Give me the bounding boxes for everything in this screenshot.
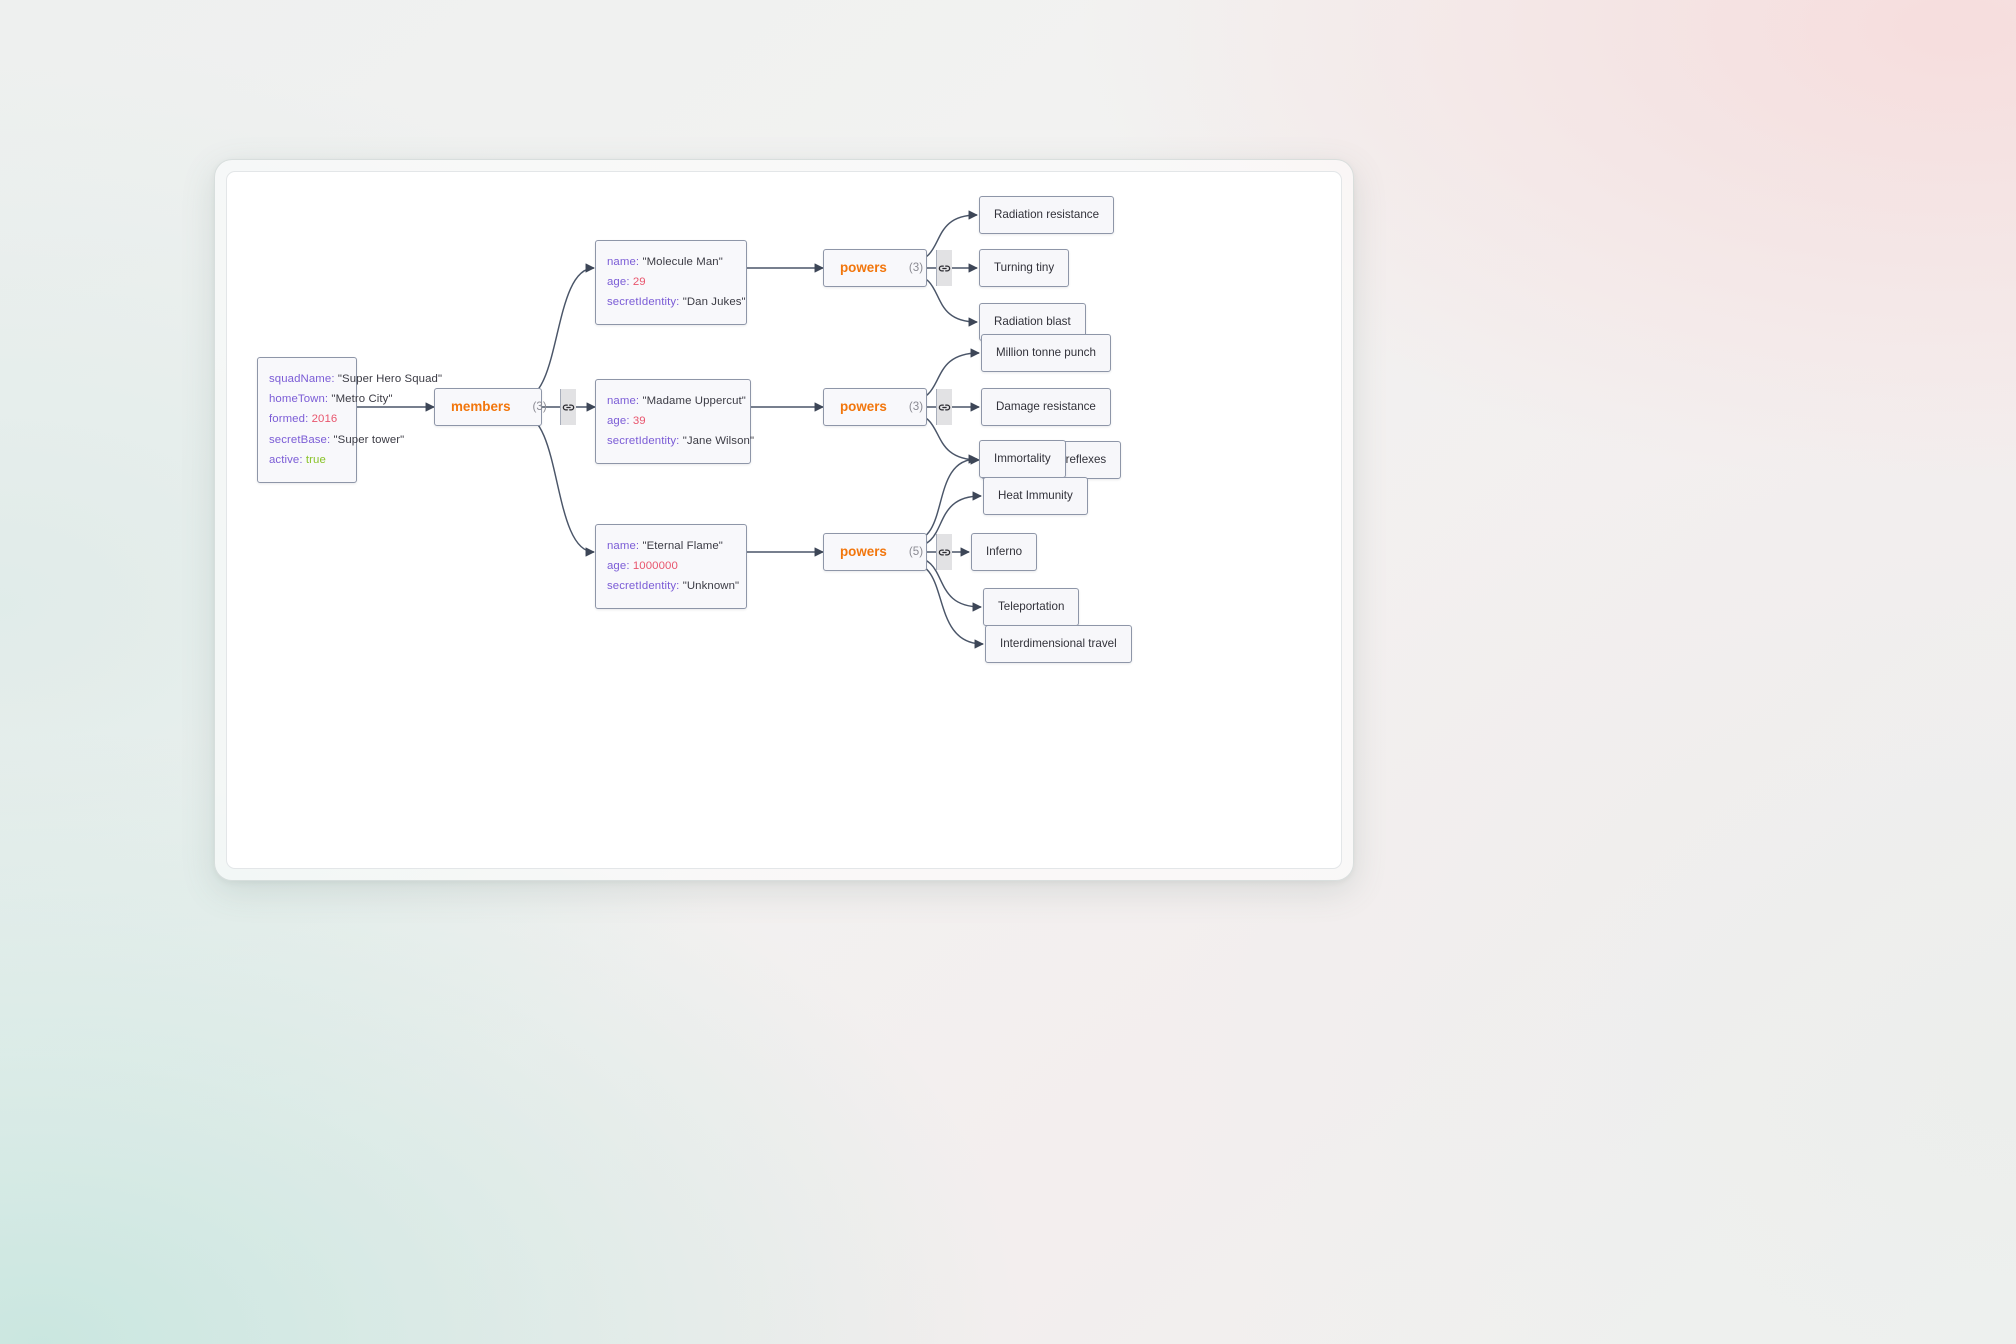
member-1-row-2: secretIdentity: "Jane Wilson" <box>607 435 755 448</box>
member-0-row-2: secretIdentity: "Dan Jukes" <box>607 296 746 309</box>
edge-powers-2-leaf-4 <box>910 562 984 649</box>
root-key-1: homeTown <box>269 392 325 405</box>
powers-group-node-2[interactable]: powers (5) <box>823 533 953 571</box>
root-key-4: active <box>269 454 300 467</box>
root-value-2: 2016 <box>311 413 338 426</box>
edge-members-member-0 <box>521 263 595 400</box>
power-leaf-node[interactable]: Radiation resistance <box>979 196 1115 234</box>
member-node-0[interactable]: name: "Molecule Man" age: 29 secretIdent… <box>595 240 747 326</box>
members-group-label: members <box>451 399 511 415</box>
graph-canvas[interactable]: squadName: "Super Hero Squad" homeTown: … <box>226 171 1342 869</box>
powers-group-1-label: powers <box>840 399 887 415</box>
app-window: squadName: "Super Hero Squad" homeTown: … <box>214 159 1354 881</box>
members-group-count: (3) <box>532 400 547 414</box>
power-leaf-label: Million tonne punch <box>996 346 1096 360</box>
powers-group-node-1[interactable]: powers (3) <box>823 388 953 426</box>
edge-powers-2-leaf-0 <box>910 454 978 542</box>
root-row-2: formed: 2016 <box>269 413 338 426</box>
power-leaf-node[interactable]: Damage resistance <box>981 388 1111 426</box>
powers-group-0-count: (3) <box>908 261 924 275</box>
member-2-key-2: secretIdentity <box>607 580 677 593</box>
root-key-2: formed <box>269 413 306 426</box>
power-leaf-label: Damage resistance <box>996 400 1096 414</box>
member-2-value-0: "Eternal Flame" <box>642 539 723 552</box>
member-node-2[interactable]: name: "Eternal Flame" age: 1000000 secre… <box>595 524 747 610</box>
power-leaf-label: Interdimensional travel <box>1000 637 1117 651</box>
member-0-value-0: "Molecule Man" <box>642 255 723 268</box>
powers-group-2-label: powers <box>840 544 887 560</box>
member-0-value-2: "Dan Jukes" <box>682 296 746 309</box>
power-leaf-label: Radiation resistance <box>994 208 1100 222</box>
member-1-key-1: age <box>607 414 627 427</box>
member-1-value-1: 39 <box>632 414 646 427</box>
power-leaf-label: Heat Immunity <box>998 489 1073 503</box>
power-leaf-node[interactable]: Teleportation <box>983 588 1080 626</box>
power-leaf-node[interactable]: Turning tiny <box>979 249 1070 287</box>
edge-layer <box>355 210 984 649</box>
root-value-1: "Metro City" <box>331 392 393 405</box>
member-0-key-1: age <box>607 275 627 288</box>
member-1-row-0: name: "Madame Uppercut" <box>607 394 746 407</box>
member-0-key-0: name <box>607 255 636 268</box>
root-key-0: squadName <box>269 372 332 385</box>
power-leaf-node[interactable]: Inferno <box>971 533 1038 571</box>
power-leaf-label: Inferno <box>986 545 1023 559</box>
powers-group-1-count: (3) <box>908 400 924 414</box>
powers-group-1-main: powers (3) <box>824 389 936 425</box>
root-key-3: secretBase <box>269 433 327 446</box>
member-2-key-0: name <box>607 539 636 552</box>
root-row-1: homeTown: "Metro City" <box>269 392 393 405</box>
member-2-key-1: age <box>607 559 627 572</box>
power-leaf-node[interactable]: Heat Immunity <box>983 477 1088 515</box>
member-1-value-0: "Madame Uppercut" <box>642 394 746 407</box>
link-icon[interactable] <box>559 389 576 425</box>
power-leaf-label: Teleportation <box>998 600 1065 614</box>
root-row-3: secretBase: "Super tower" <box>269 433 405 446</box>
root-object-node[interactable]: squadName: "Super Hero Squad" homeTown: … <box>257 357 443 484</box>
member-0-value-1: 29 <box>632 275 646 288</box>
power-leaf-label: Radiation blast <box>994 315 1071 329</box>
member-0-row-0: name: "Molecule Man" <box>607 255 723 268</box>
member-2-value-1: 1000000 <box>632 559 678 572</box>
root-row-0: squadName: "Super Hero Squad" <box>269 372 443 385</box>
member-1-row-1: age: 39 <box>607 414 646 427</box>
powers-group-2-count: (5) <box>908 545 924 559</box>
member-0-row-1: age: 29 <box>607 275 646 288</box>
power-leaf-label: Immortality <box>994 452 1051 466</box>
power-leaf-node[interactable]: Immortality <box>979 440 1066 478</box>
root-value-0: "Super Hero Squad" <box>337 372 443 385</box>
link-icon[interactable] <box>936 389 953 425</box>
powers-group-2-main: powers (5) <box>824 534 936 570</box>
member-1-key-0: name <box>607 394 636 407</box>
power-leaf-node[interactable]: Interdimensional travel <box>985 625 1132 663</box>
member-2-value-2: "Unknown" <box>682 580 740 593</box>
member-0-key-2: secretIdentity <box>607 296 677 309</box>
members-group-node[interactable]: members (3) <box>434 388 576 426</box>
members-group-main: members (3) <box>435 389 560 425</box>
powers-group-node-0[interactable]: powers (3) <box>823 249 953 287</box>
powers-group-0-label: powers <box>840 260 887 276</box>
member-node-1[interactable]: name: "Madame Uppercut" age: 39 secretId… <box>595 379 755 465</box>
edge-members-member-2 <box>521 414 595 557</box>
root-row-4: active: true <box>269 454 326 467</box>
member-1-value-2: "Jane Wilson" <box>682 435 755 448</box>
link-icon[interactable] <box>936 534 953 570</box>
member-1-key-2: secretIdentity <box>607 435 677 448</box>
link-icon[interactable] <box>936 250 953 286</box>
member-2-row-0: name: "Eternal Flame" <box>607 539 723 552</box>
member-2-row-2: secretIdentity: "Unknown" <box>607 580 740 593</box>
root-value-3: "Super tower" <box>333 433 405 446</box>
root-value-4: true <box>305 454 326 467</box>
powers-group-0-main: powers (3) <box>824 250 936 286</box>
member-2-row-1: age: 1000000 <box>607 559 678 572</box>
power-leaf-node[interactable]: Million tonne punch <box>981 334 1111 372</box>
power-leaf-label: Turning tiny <box>994 261 1055 275</box>
